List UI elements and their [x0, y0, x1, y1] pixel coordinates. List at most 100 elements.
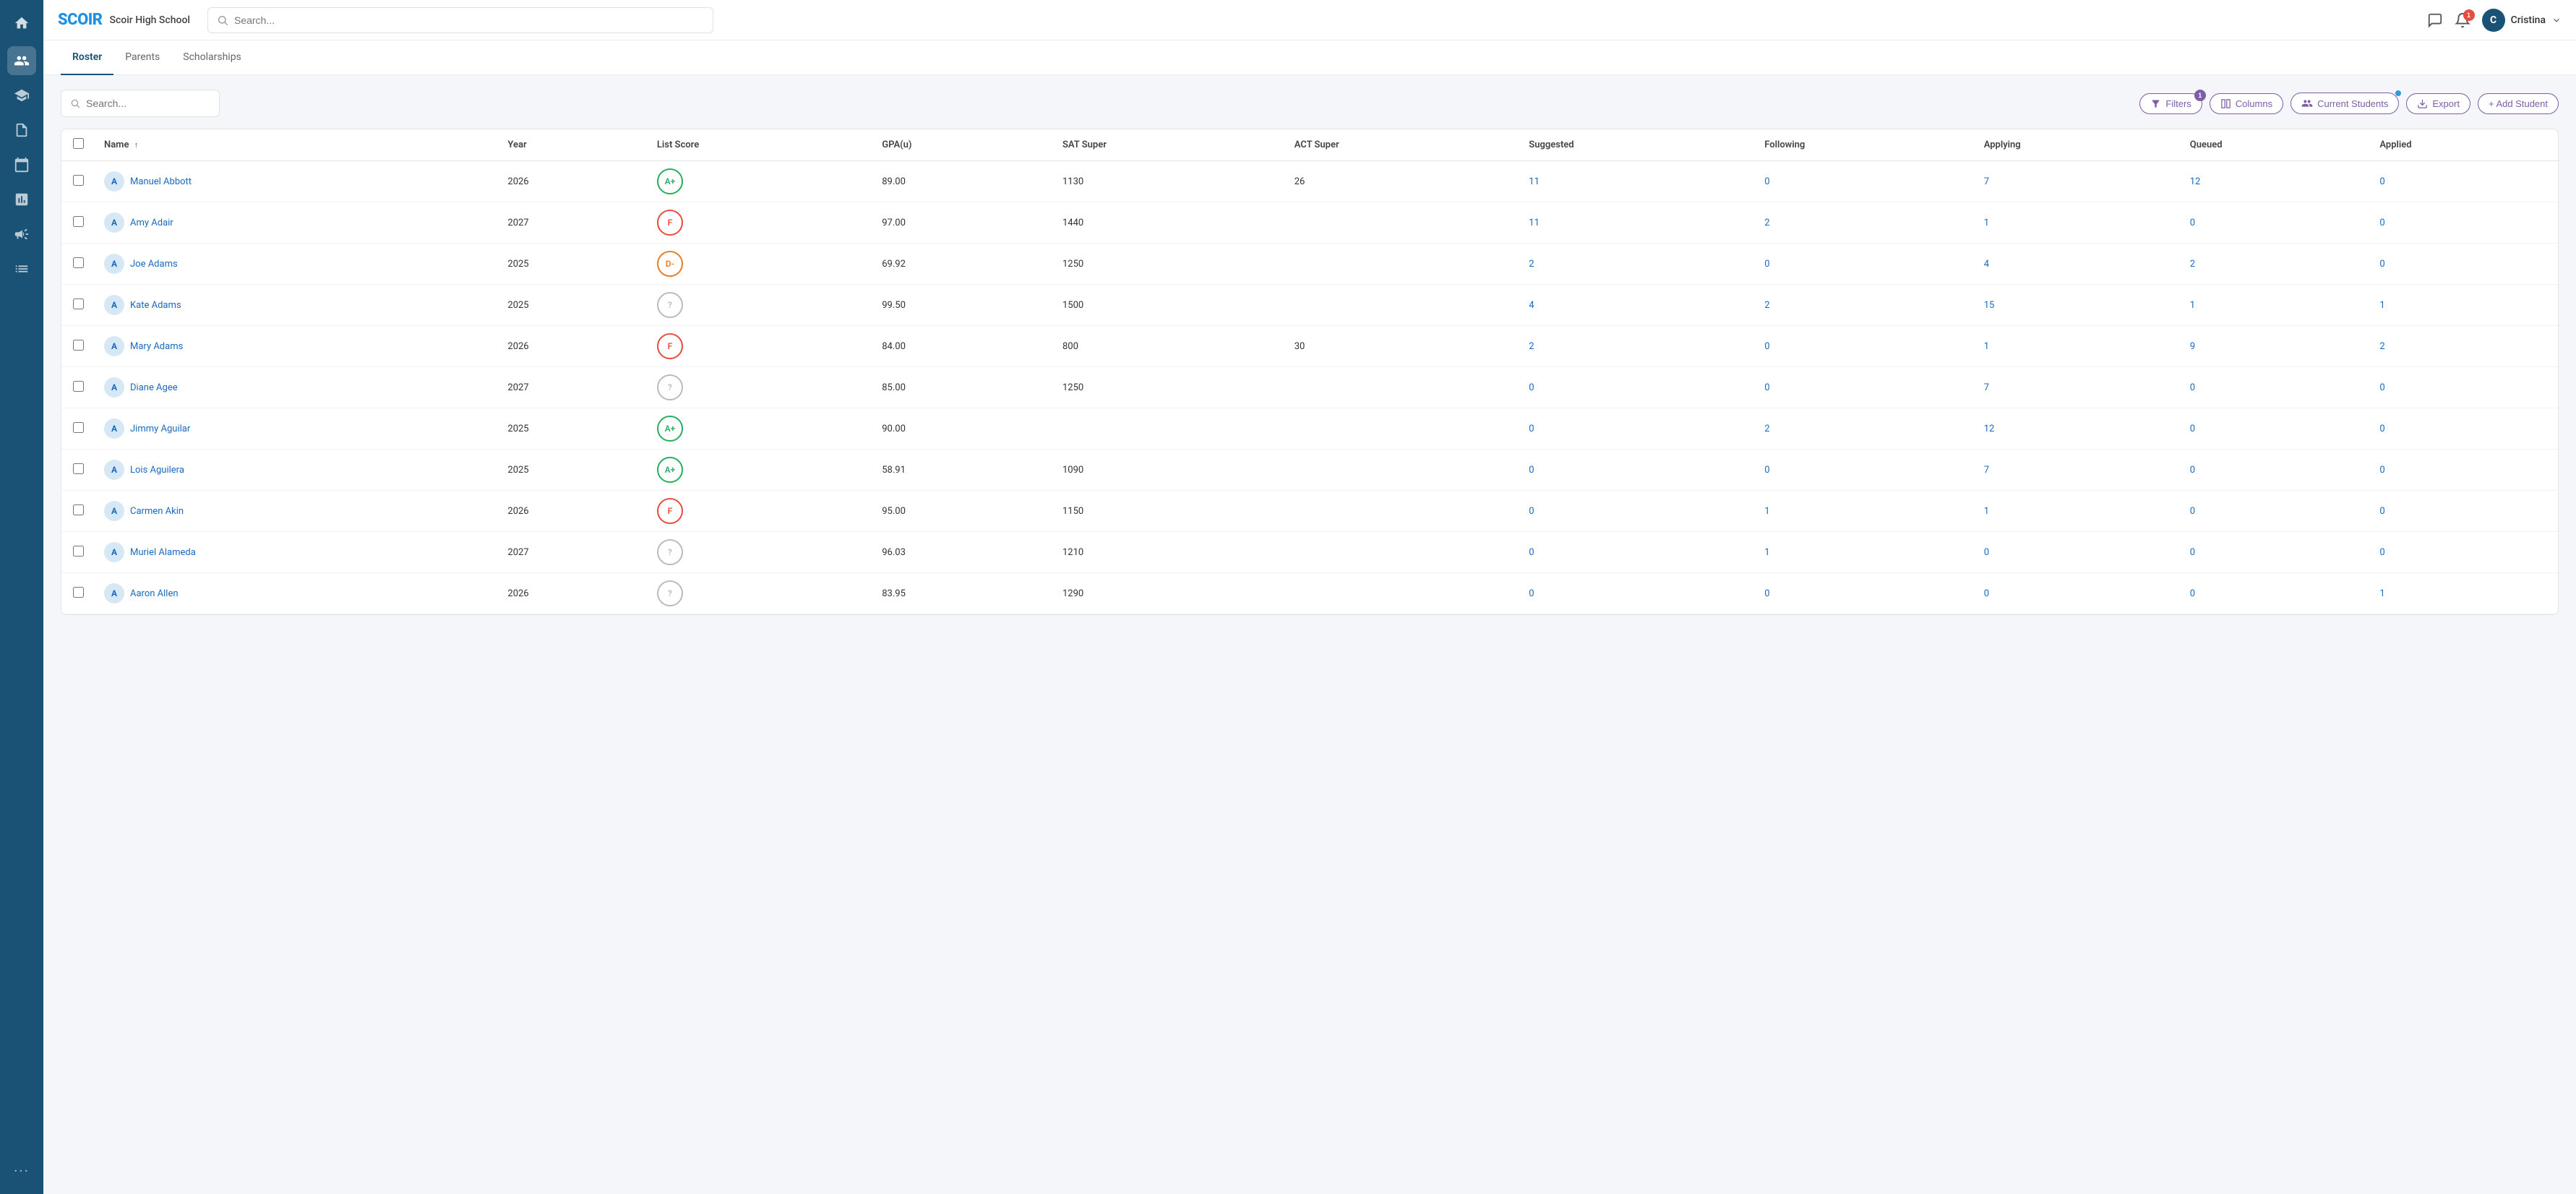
- applied-val[interactable]: 0: [2379, 382, 2384, 393]
- row-checkbox-5[interactable]: [73, 381, 84, 392]
- suggested-val[interactable]: 4: [1529, 300, 1534, 311]
- queued-val[interactable]: 0: [2190, 547, 2195, 558]
- applied-val[interactable]: 0: [2379, 218, 2384, 228]
- filters-button[interactable]: Filters 1: [2139, 93, 2202, 114]
- applied-val[interactable]: 0: [2379, 176, 2384, 187]
- sidebar-item-more[interactable]: ···: [7, 1156, 36, 1185]
- queued-val[interactable]: 0: [2190, 506, 2195, 517]
- current-students-button[interactable]: Current Students: [2291, 93, 2399, 114]
- suggested-val[interactable]: 0: [1529, 547, 1534, 558]
- applying-val[interactable]: 7: [1984, 465, 1989, 476]
- applying-val[interactable]: 12: [1984, 424, 1995, 434]
- applied-val[interactable]: 1: [2379, 588, 2384, 599]
- tab-roster[interactable]: Roster: [61, 40, 113, 75]
- applied-val[interactable]: 0: [2379, 259, 2384, 270]
- following-val[interactable]: 0: [1764, 259, 1769, 270]
- queued-val[interactable]: 0: [2190, 588, 2195, 599]
- row-checkbox-3[interactable]: [73, 298, 84, 309]
- add-student-button[interactable]: + Add Student: [2478, 93, 2559, 114]
- applied-val[interactable]: 0: [2379, 424, 2384, 434]
- row-checkbox-8[interactable]: [73, 504, 84, 515]
- export-button[interactable]: Export: [2406, 93, 2470, 114]
- student-name[interactable]: Carmen Akin: [130, 506, 184, 517]
- columns-button[interactable]: Columns: [2210, 93, 2283, 114]
- following-val[interactable]: 0: [1764, 588, 1769, 599]
- queued-val[interactable]: 12: [2190, 176, 2201, 187]
- queued-val[interactable]: 0: [2190, 382, 2195, 393]
- queued-val[interactable]: 1: [2190, 300, 2195, 311]
- user-menu[interactable]: C Cristina: [2482, 9, 2562, 32]
- student-name[interactable]: Lois Aguilera: [130, 465, 184, 476]
- suggested-val[interactable]: 11: [1529, 176, 1540, 187]
- roster-search-box[interactable]: [61, 90, 220, 117]
- sidebar-item-home[interactable]: [7, 9, 36, 38]
- student-name[interactable]: Joe Adams: [130, 259, 178, 270]
- sidebar-item-document[interactable]: [7, 116, 36, 145]
- row-checkbox-2[interactable]: [73, 257, 84, 268]
- suggested-val[interactable]: 0: [1529, 424, 1534, 434]
- row-checkbox-7[interactable]: [73, 463, 84, 474]
- row-checkbox-6[interactable]: [73, 422, 84, 433]
- student-name[interactable]: Kate Adams: [130, 300, 181, 311]
- applying-val[interactable]: 1: [1984, 218, 1989, 228]
- header-search-box[interactable]: [207, 7, 713, 33]
- row-checkbox-1[interactable]: [73, 216, 84, 227]
- applied-val[interactable]: 2: [2379, 341, 2384, 352]
- applying-val[interactable]: 0: [1984, 588, 1989, 599]
- student-name[interactable]: Aaron Allen: [130, 588, 179, 599]
- following-val[interactable]: 2: [1764, 424, 1769, 434]
- student-name[interactable]: Amy Adair: [130, 218, 173, 228]
- sidebar-item-graduation[interactable]: [7, 81, 36, 110]
- tab-scholarships[interactable]: Scholarships: [171, 40, 253, 75]
- sidebar-item-chart[interactable]: [7, 185, 36, 214]
- suggested-val[interactable]: 0: [1529, 382, 1534, 393]
- suggested-val[interactable]: 0: [1529, 465, 1534, 476]
- notifications-button[interactable]: 1: [2455, 12, 2470, 28]
- tab-parents[interactable]: Parents: [113, 40, 171, 75]
- suggested-val[interactable]: 0: [1529, 588, 1534, 599]
- following-val[interactable]: 0: [1764, 176, 1769, 187]
- applied-val[interactable]: 0: [2379, 506, 2384, 517]
- following-val[interactable]: 1: [1764, 547, 1769, 558]
- applying-val[interactable]: 1: [1984, 506, 1989, 517]
- chat-button[interactable]: [2427, 12, 2443, 28]
- queued-val[interactable]: 0: [2190, 424, 2195, 434]
- queued-val[interactable]: 0: [2190, 218, 2195, 228]
- applied-val[interactable]: 0: [2379, 465, 2384, 476]
- following-val[interactable]: 0: [1764, 465, 1769, 476]
- applied-val[interactable]: 0: [2379, 547, 2384, 558]
- applying-val[interactable]: 0: [1984, 547, 1989, 558]
- applying-val[interactable]: 15: [1984, 300, 1995, 311]
- applying-val[interactable]: 7: [1984, 176, 1989, 187]
- row-checkbox-0[interactable]: [73, 175, 84, 186]
- student-name[interactable]: Muriel Alameda: [130, 547, 196, 558]
- sidebar-item-list[interactable]: [7, 254, 36, 283]
- queued-val[interactable]: 2: [2190, 259, 2195, 270]
- row-checkbox-10[interactable]: [73, 587, 84, 598]
- suggested-val[interactable]: 0: [1529, 506, 1534, 517]
- following-val[interactable]: 0: [1764, 382, 1769, 393]
- roster-search-input[interactable]: [86, 98, 210, 109]
- following-val[interactable]: 2: [1764, 300, 1769, 311]
- queued-val[interactable]: 9: [2190, 341, 2195, 352]
- applied-val[interactable]: 1: [2379, 300, 2384, 311]
- header-search-input[interactable]: [234, 14, 704, 26]
- following-val[interactable]: 0: [1764, 341, 1769, 352]
- select-all-checkbox[interactable]: [73, 138, 84, 149]
- sidebar-item-megaphone[interactable]: [7, 220, 36, 249]
- sidebar-item-students[interactable]: [7, 46, 36, 75]
- applying-val[interactable]: 1: [1984, 341, 1989, 352]
- suggested-val[interactable]: 2: [1529, 259, 1534, 270]
- suggested-val[interactable]: 2: [1529, 341, 1534, 352]
- following-val[interactable]: 1: [1764, 506, 1769, 517]
- applying-val[interactable]: 7: [1984, 382, 1989, 393]
- applying-val[interactable]: 4: [1984, 259, 1989, 270]
- following-val[interactable]: 2: [1764, 218, 1769, 228]
- sort-icon[interactable]: ↑: [134, 140, 139, 150]
- queued-val[interactable]: 0: [2190, 465, 2195, 476]
- student-name[interactable]: Mary Adams: [130, 341, 183, 352]
- student-name[interactable]: Jimmy Aguilar: [130, 424, 190, 434]
- row-checkbox-4[interactable]: [73, 340, 84, 351]
- sidebar-item-calendar[interactable]: [7, 150, 36, 179]
- student-name[interactable]: Manuel Abbott: [130, 176, 192, 187]
